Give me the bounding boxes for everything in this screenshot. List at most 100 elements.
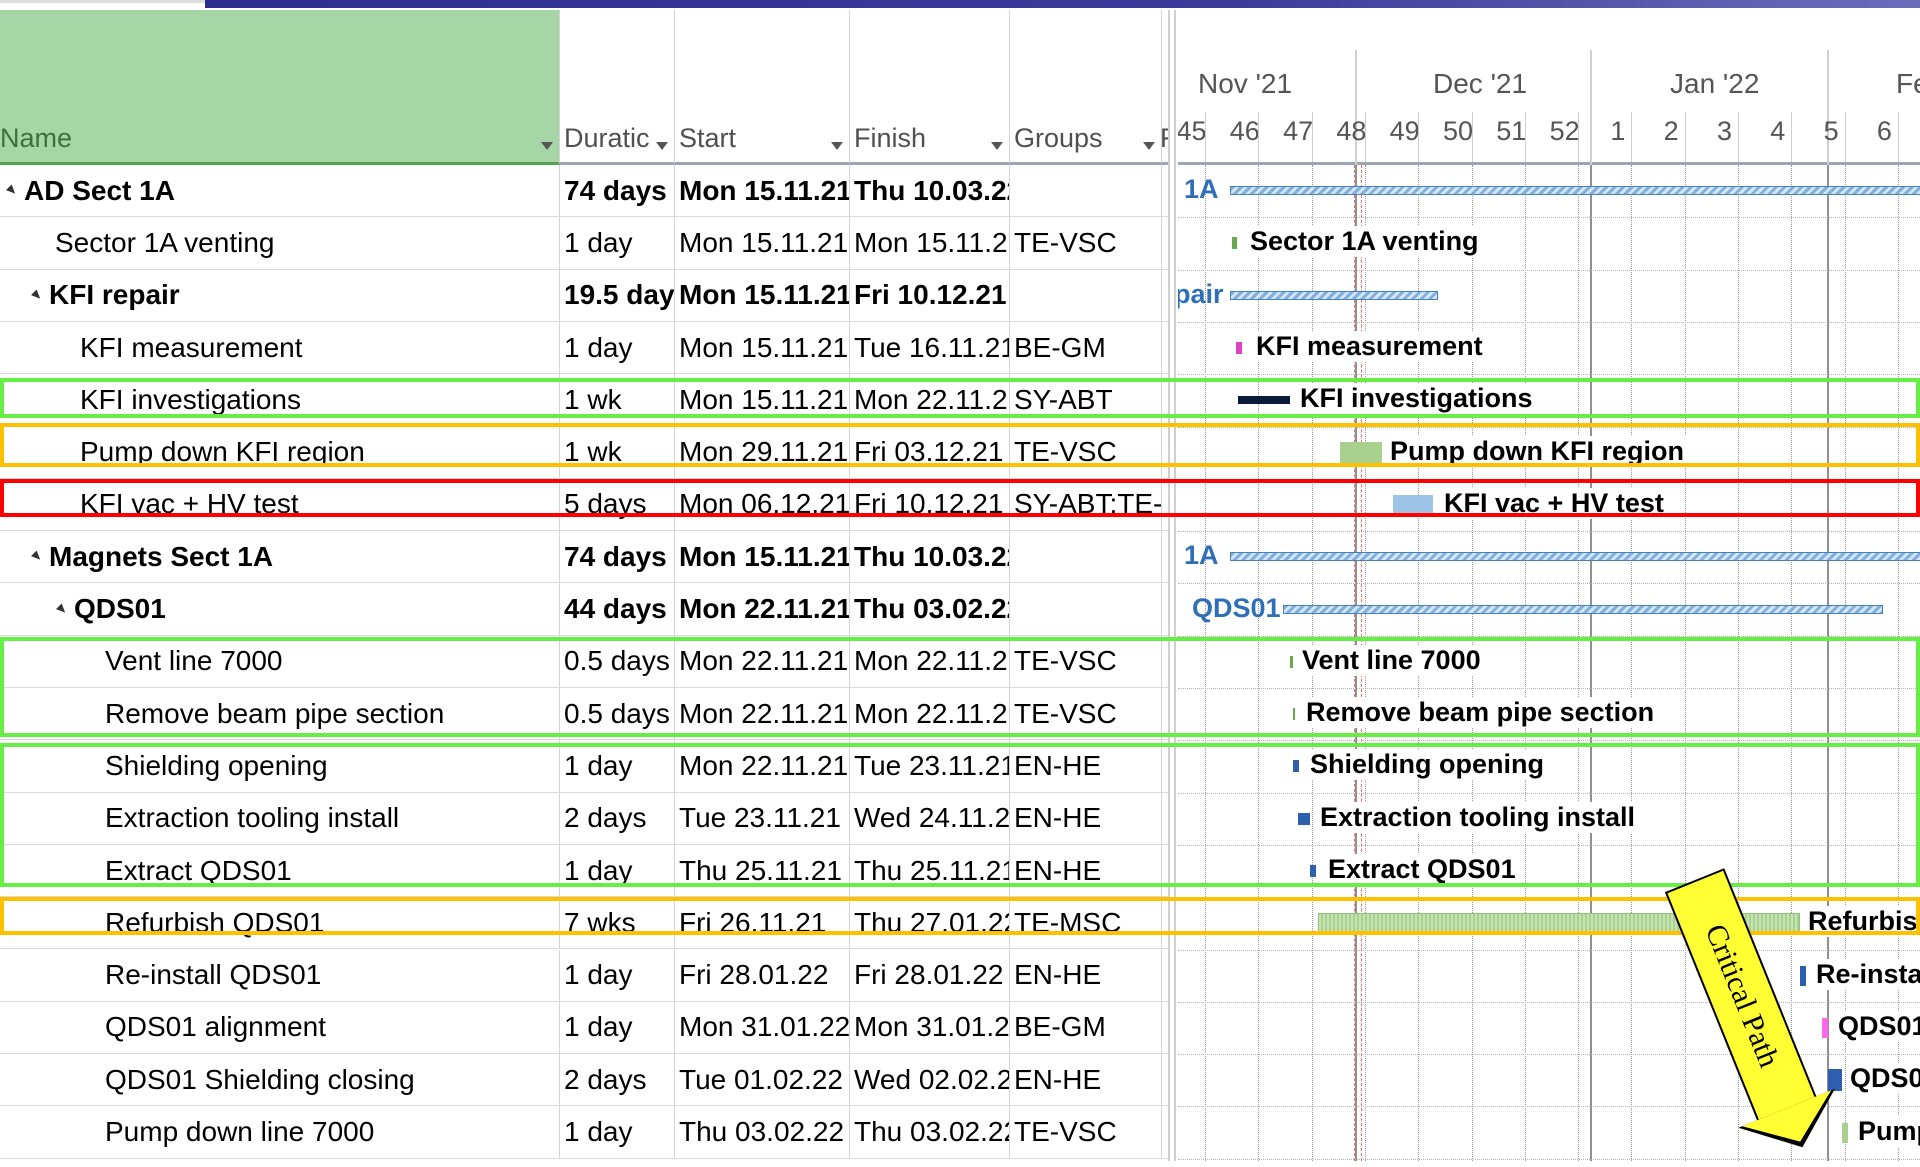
task-bar-kfi-measurement[interactable] xyxy=(1236,342,1242,355)
table-row[interactable]: KFI repair19.5 daysMon 15.11.21Fri 10.12… xyxy=(0,269,1168,322)
finish-cell[interactable]: Mon 22.11.21 xyxy=(850,688,1010,740)
duration-cell[interactable]: 7 wks xyxy=(560,897,675,949)
finish-cell[interactable]: Thu 03.02.22 xyxy=(850,1106,1010,1158)
start-cell[interactable]: Mon 15.11.21 xyxy=(675,217,850,269)
column-header-start[interactable]: Start xyxy=(675,10,850,165)
task-bar-alignment[interactable] xyxy=(1822,1017,1828,1038)
task-name-cell[interactable]: Vent line 7000 xyxy=(0,635,560,687)
table-row[interactable]: Shielding opening 1 day Mon 22.11.21 Tue 23… xyxy=(0,740,1168,793)
table-row[interactable]: QDS01 Shielding closing 2 days Tue 01.02.2… xyxy=(0,1054,1168,1107)
finish-cell[interactable]: Thu 03.02.22 xyxy=(850,583,1010,635)
start-cell[interactable]: Mon 15.11.21 xyxy=(675,321,850,374)
task-name-cell[interactable]: Extract QDS01 xyxy=(0,844,560,897)
table-row[interactable]: KFI measurement 1 day Mon 15.11.21 Tue 16.1… xyxy=(0,321,1168,375)
table-row[interactable]: KFI vac + HV test 5 days Mon 06.12.21 Fri 1… xyxy=(0,478,1168,532)
collapse-icon[interactable] xyxy=(5,184,19,197)
dropdown-arrow-icon[interactable] xyxy=(541,142,553,150)
groups-cell[interactable] xyxy=(1010,531,1162,583)
groups-cell[interactable]: TE-VSC xyxy=(1010,635,1162,687)
start-cell[interactable]: Mon 29.11.21 xyxy=(675,426,850,478)
task-name-cell[interactable]: Pump down KFI region xyxy=(0,426,560,478)
task-name-cell[interactable]: Magnets Sect 1A xyxy=(0,531,560,583)
finish-cell[interactable]: Thu 27.01.22 xyxy=(850,897,1010,949)
start-cell[interactable]: Tue 01.02.22 xyxy=(675,1054,850,1106)
duration-cell[interactable]: 19.5 days xyxy=(560,269,675,321)
table-row[interactable]: Remove beam pipe section 0.5 days Mon 22.1… xyxy=(0,688,1168,741)
finish-cell[interactable]: Thu 10.03.22 xyxy=(850,165,1010,217)
duration-cell[interactable]: 74 days xyxy=(560,531,675,583)
start-cell[interactable]: Mon 22.11.21 xyxy=(675,740,850,792)
task-name-cell[interactable]: QDS01 alignment xyxy=(0,1001,560,1054)
duration-cell[interactable]: 1 day xyxy=(560,1106,675,1158)
dropdown-arrow-icon[interactable] xyxy=(656,142,668,150)
start-cell[interactable]: Mon 22.11.21 xyxy=(675,583,850,635)
dropdown-arrow-icon[interactable] xyxy=(831,142,843,150)
table-row[interactable]: QDS01 alignment 1 day Mon 31.01.22 Mon 31.0… xyxy=(0,1001,1168,1055)
duration-cell[interactable]: 0.5 days xyxy=(560,635,675,687)
task-name-cell[interactable]: Refurbish QDS01 xyxy=(0,897,560,949)
column-header-name[interactable]: Name xyxy=(0,10,560,165)
groups-cell[interactable]: EN-HE xyxy=(1010,844,1162,897)
task-bar-shielding-closing[interactable] xyxy=(1828,1069,1842,1092)
finish-cell[interactable]: Fri 28.01.22 xyxy=(850,949,1010,1001)
dropdown-arrow-icon[interactable] xyxy=(1143,142,1155,150)
start-cell[interactable]: Mon 15.11.21 xyxy=(675,165,850,217)
column-header-finish[interactable]: Finish xyxy=(850,10,1010,165)
task-name-cell[interactable]: KFI investigations xyxy=(0,374,560,426)
summary-bar-kfi-repair[interactable] xyxy=(1230,290,1438,300)
task-bar-shielding-opening[interactable] xyxy=(1293,760,1299,773)
task-bar-kfi-vac[interactable] xyxy=(1393,494,1433,515)
finish-cell[interactable]: Fri 10.12.21 xyxy=(850,269,1010,321)
task-name-cell[interactable]: KFI repair xyxy=(0,269,560,321)
task-name-cell[interactable]: QDS01 xyxy=(0,583,560,635)
groups-cell[interactable]: EN-HE xyxy=(1010,949,1162,1001)
task-bar-pump-down-kfi[interactable] xyxy=(1340,441,1382,464)
task-name-cell[interactable]: Re-install QDS01 xyxy=(0,949,560,1001)
table-row[interactable]: Re-install QDS01 1 day Fri 28.01.22 Fri 28.… xyxy=(0,949,1168,1002)
duration-cell[interactable]: 1 day xyxy=(560,321,675,374)
duration-cell[interactable]: 44 days xyxy=(560,583,675,635)
start-cell[interactable]: Tue 23.11.21 xyxy=(675,792,850,844)
table-row[interactable]: KFI investigations 1 wk Mon 15.11.21 Mon 22… xyxy=(0,374,1168,427)
duration-cell[interactable]: 74 days xyxy=(560,165,675,217)
dropdown-arrow-icon[interactable] xyxy=(991,142,1003,150)
task-name-cell[interactable]: KFI measurement xyxy=(0,321,560,374)
duration-cell[interactable]: 5 days xyxy=(560,478,675,531)
task-bar-kfi-investigations[interactable] xyxy=(1238,396,1290,405)
start-cell[interactable]: Mon 15.11.21 xyxy=(675,374,850,426)
groups-cell[interactable]: BE-GM xyxy=(1010,1001,1162,1054)
finish-cell[interactable]: Mon 22.11.21 xyxy=(850,374,1010,426)
table-row[interactable]: Refurbish QDS01 7 wks Fri 26.11.21 Thu 27.0… xyxy=(0,897,1168,950)
table-row[interactable]: AD Sect 1A 74 days Mon 15.11.21 Thu 10.03.2… xyxy=(0,165,1168,218)
groups-cell[interactable]: TE-VSC xyxy=(1010,426,1162,478)
task-bar-sector-venting[interactable] xyxy=(1232,237,1237,250)
groups-cell[interactable] xyxy=(1010,583,1162,635)
start-cell[interactable]: Mon 22.11.21 xyxy=(675,635,850,687)
duration-cell[interactable]: 1 day xyxy=(560,844,675,897)
start-cell[interactable]: Mon 31.01.22 xyxy=(675,1001,850,1054)
finish-cell[interactable]: Wed 02.02.22 xyxy=(850,1054,1010,1106)
task-name-cell[interactable]: Pump down line 7000 xyxy=(0,1106,560,1158)
table-row[interactable]: Extract QDS01 1 day Thu 25.11.21 Thu 25.11.… xyxy=(0,844,1168,898)
duration-cell[interactable]: 0.5 days xyxy=(560,688,675,740)
groups-cell[interactable]: EN-HE xyxy=(1010,1054,1162,1106)
duration-cell[interactable]: 1 day xyxy=(560,949,675,1001)
groups-cell[interactable]: EN-HE xyxy=(1010,740,1162,792)
table-row[interactable]: Extraction tooling install 2 days Tue 23.1… xyxy=(0,792,1168,845)
task-bar-extraction-tooling[interactable] xyxy=(1298,812,1310,825)
task-name-cell[interactable]: AD Sect 1A xyxy=(0,165,560,217)
groups-cell[interactable] xyxy=(1010,165,1162,217)
finish-cell[interactable]: Thu 10.03.22 xyxy=(850,531,1010,583)
collapse-icon[interactable] xyxy=(30,289,44,302)
groups-cell[interactable]: SY-ABT;TE-V! xyxy=(1010,478,1162,531)
finish-cell[interactable]: Mon 31.01.22 xyxy=(850,1001,1010,1054)
column-header-duration[interactable]: Duratic xyxy=(560,10,675,165)
groups-cell[interactable]: TE-VSC xyxy=(1010,688,1162,740)
task-bar-remove-beam[interactable] xyxy=(1293,708,1295,721)
duration-cell[interactable]: 1 day xyxy=(560,217,675,269)
task-name-cell[interactable]: Extraction tooling install xyxy=(0,792,560,844)
table-row[interactable]: Sector 1A venting 1 day Mon 15.11.21 Mon 15… xyxy=(0,217,1168,270)
start-cell[interactable]: Mon 22.11.21 xyxy=(675,688,850,740)
table-row[interactable]: Magnets Sect 1A 74 days Mon 15.11.21 Thu 10… xyxy=(0,531,1168,584)
task-name-cell[interactable]: Remove beam pipe section xyxy=(0,688,560,740)
